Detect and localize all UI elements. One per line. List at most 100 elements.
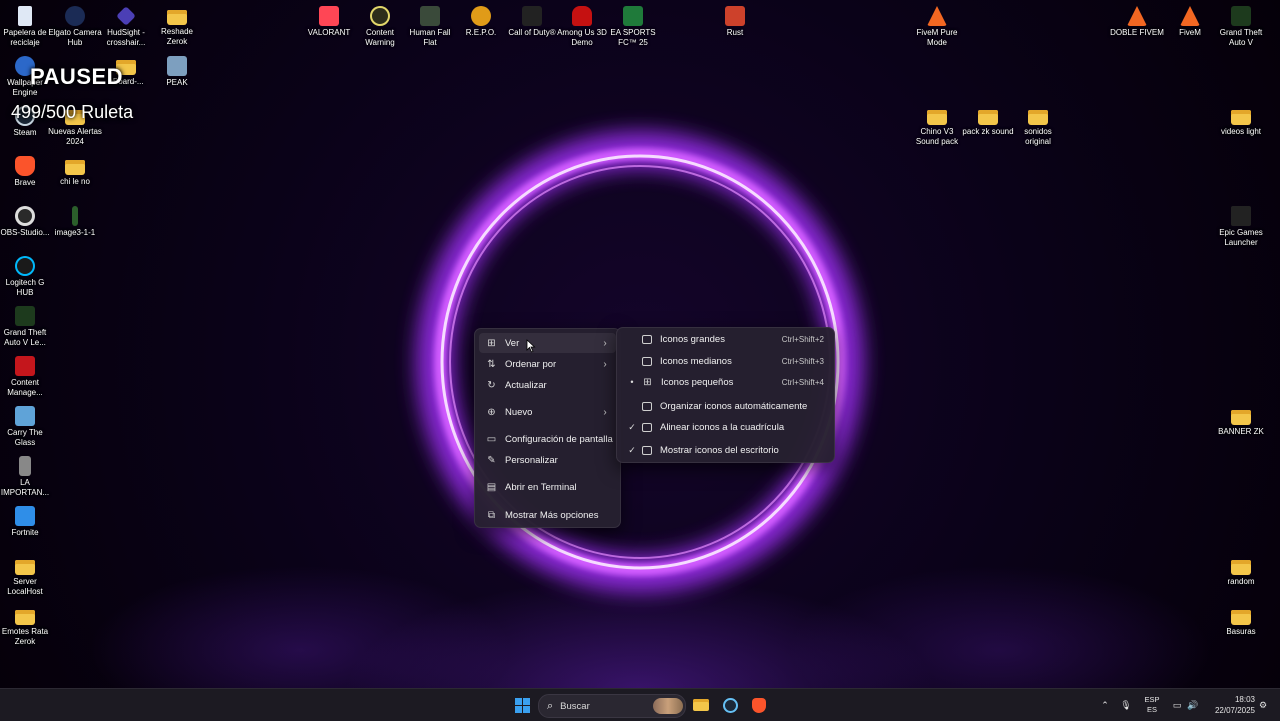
desktop-icon-rust[interactable]: Rust [708, 6, 762, 38]
menu-item-ordenar-por[interactable]: ⇅ Ordenar por › [479, 354, 616, 374]
desktop-icon-peak[interactable]: PEAK [150, 56, 204, 88]
desktop-icon-ea-sports-fc[interactable]: EA SPORTS FC™ 25 [606, 6, 660, 48]
monitor-icon [642, 334, 652, 344]
taskbar-steam[interactable] [719, 689, 741, 721]
checkmark-icon: ✓ [628, 444, 636, 455]
folder-icon [65, 160, 85, 175]
folder-icon [1231, 110, 1251, 125]
fivem-icon [1180, 6, 1200, 26]
desktop-icon-fortnite[interactable]: Fortnite [0, 506, 52, 538]
windows-logo-icon [514, 697, 530, 713]
folder-icon [15, 610, 35, 625]
submenu-item-iconos-medianos[interactable]: Iconos medianos Ctrl+Shift+3 [621, 351, 830, 371]
desktop-icon-chi-le-no[interactable]: chi le no [48, 156, 102, 187]
submenu-item-iconos-pequenos[interactable]: • ⊞ Iconos pequeños Ctrl+Shift+4 [621, 372, 830, 392]
tray-notifications[interactable]: ⚙ [1256, 689, 1270, 721]
desktop-icon-content-manager[interactable]: Content Manage... [0, 356, 52, 398]
menu-item-actualizar[interactable]: ↻ Actualizar [479, 375, 616, 395]
obs-icon [15, 206, 35, 226]
desktop-icon-fivem-pure-mode[interactable]: FiveM Pure Mode [910, 6, 964, 48]
more-options-icon: ⧉ [487, 509, 496, 521]
file-explorer-icon [693, 699, 709, 711]
desktop-icon-la-importante[interactable]: LA IMPORTAN... [0, 456, 52, 498]
desktop-icon-random[interactable]: random [1214, 556, 1268, 587]
folder-icon [927, 110, 947, 125]
desktop-icon-epic-games[interactable]: Epic Games Launcher [1214, 206, 1268, 248]
plus-circle-icon: ⊕ [487, 406, 496, 418]
taskbar-file-explorer[interactable] [690, 689, 712, 721]
tray-microphone[interactable]: 🎙 [1118, 689, 1134, 721]
desktop-icon-obs[interactable]: OBS-Studio... [0, 206, 52, 238]
tray-overflow-button[interactable]: ⌃ [1097, 689, 1113, 721]
desktop-icon-server-localhost[interactable]: Server LocalHost [0, 556, 52, 597]
chevron-right-icon: › [603, 358, 607, 370]
gta-icon [15, 306, 35, 326]
submenu-item-mostrar-iconos[interactable]: ✓ Mostrar iconos del escritorio [621, 440, 830, 460]
desktop-icon-valorant[interactable]: VALORANT [302, 6, 356, 38]
desktop-icon-sonidos-original[interactable]: sonidos original [1011, 106, 1065, 147]
desktop-icon-carry-the-glass[interactable]: Carry The Glass [0, 406, 52, 448]
menu-item-configuracion-pantalla[interactable]: ▭ Configuración de pantalla [479, 429, 616, 449]
hudsight-icon [116, 6, 136, 26]
submenu-item-organizar-automaticamente[interactable]: Organizar iconos automáticamente [621, 396, 830, 416]
desktop-icon-videos-light[interactable]: videos light [1214, 106, 1268, 137]
submenu-item-iconos-grandes[interactable]: Iconos grandes Ctrl+Shift+2 [621, 329, 830, 349]
input-language-indicator[interactable]: ESP ES [1141, 689, 1163, 721]
desktop-icon-repo[interactable]: R.E.P.O. [454, 6, 508, 38]
paused-overlay: PAUSED [30, 64, 124, 89]
elgato-icon [65, 6, 85, 26]
grid-icon: ⊞ [487, 337, 496, 349]
desktop-icon-elgato[interactable]: Elgato Camera Hub [48, 6, 102, 48]
tray-network[interactable]: ▭ [1169, 689, 1185, 721]
human-fall-flat-icon [420, 6, 440, 26]
taskbar-clock[interactable]: 18:03 22/07/2025 [1205, 689, 1255, 721]
menu-item-ver[interactable]: ⊞ Ver › [479, 333, 616, 353]
epic-icon [1231, 206, 1251, 226]
show-desktop-icon [642, 445, 652, 455]
desktop-icon-fivem[interactable]: FiveM [1163, 6, 1217, 38]
desktop-icon-hudsight[interactable]: HudSight - crosshair... [99, 6, 153, 48]
content-warning-icon [370, 6, 390, 26]
desktop-context-menu: ⊞ Ver › ⇅ Ordenar por › ↻ Actualizar ⊕ N… [474, 328, 621, 528]
desktop-icon-among-us[interactable]: Among Us 3D Demo [555, 6, 609, 48]
submenu-item-alinear-cuadricula[interactable]: ✓ Alinear iconos a la cuadrícula [621, 417, 830, 437]
peak-icon [167, 56, 187, 76]
logitech-icon [15, 256, 35, 276]
display-icon: ▭ [486, 433, 497, 445]
desktop-icon-banner-zk[interactable]: BANNER ZK [1214, 406, 1268, 437]
desktop-icon-reshade-zerok[interactable]: Reshade Zerok [150, 6, 204, 47]
document-icon [19, 456, 31, 476]
start-button[interactable] [511, 689, 533, 721]
desktop-icon-content-warning[interactable]: Content Warning [353, 6, 407, 48]
desktop-icon-chino-v3[interactable]: Chino V3 Sound pack [910, 106, 964, 147]
menu-item-nuevo[interactable]: ⊕ Nuevo › [479, 402, 616, 422]
taskbar-brave[interactable] [748, 689, 770, 721]
desktop-icon-basuras[interactable]: Basuras [1214, 606, 1268, 637]
desktop-icon-gta-legacy[interactable]: Grand Theft Auto V Le... [0, 306, 52, 348]
desktop-icon-doble-fivem[interactable]: DOBLE FIVEM [1110, 6, 1164, 38]
desktop-icon-logitech[interactable]: Logitech G HUB [0, 256, 52, 298]
menu-item-abrir-terminal[interactable]: ▤ Abrir en Terminal [479, 477, 616, 497]
sort-icon: ⇅ [487, 358, 496, 370]
tray-volume[interactable]: 🔊 [1185, 689, 1201, 721]
desktop-icon-recycle-bin[interactable]: Papelera de reciclaje [0, 6, 52, 48]
menu-item-personalizar[interactable]: ✎ Personalizar [479, 450, 616, 470]
mouse-cursor-icon [526, 339, 536, 353]
desktop-icon-call-of-duty[interactable]: Call of Duty® [505, 6, 559, 38]
desktop-icon-human-fall-flat[interactable]: Human Fall Flat [403, 6, 457, 48]
selected-bullet-icon: • [630, 377, 634, 387]
desktop-icon-gta-v[interactable]: Grand Theft Auto V [1214, 6, 1268, 48]
game-icon [15, 406, 35, 426]
search-icon: ⌕ [547, 699, 554, 712]
folder-icon [1231, 610, 1251, 625]
grid-icon: ⊞ [643, 376, 652, 388]
ea-sports-icon [623, 6, 643, 26]
folder-icon [1028, 110, 1048, 125]
auto-arrange-icon [642, 401, 652, 411]
desktop-icon-emotes-rata-zerok[interactable]: Emotes Rata Zerok [0, 606, 52, 647]
desktop-icon-image3[interactable]: image3-1-1 [48, 206, 102, 238]
taskbar-search-box[interactable]: ⌕ Buscar [538, 694, 686, 718]
desktop-icon-pack-zk-sound[interactable]: pack zk sound [961, 106, 1015, 137]
menu-item-mas-opciones[interactable]: ⧉ Mostrar Más opciones [479, 505, 616, 525]
desktop-icon-brave[interactable]: Brave [0, 156, 52, 188]
